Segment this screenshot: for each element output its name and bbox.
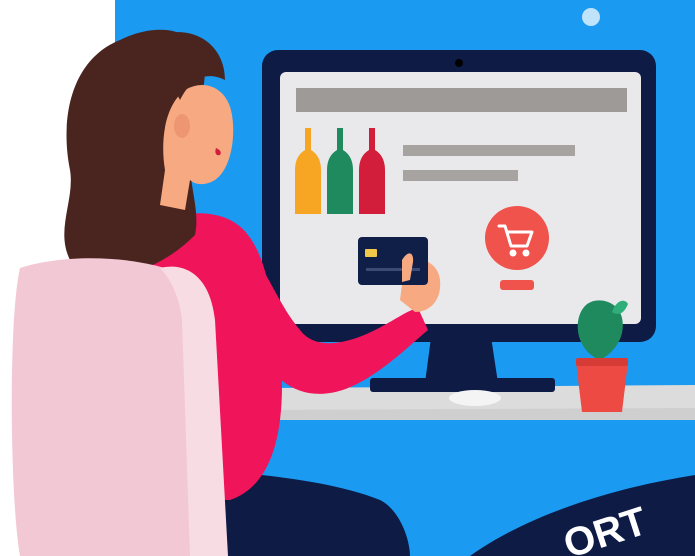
decor-dot <box>582 8 600 26</box>
webcam-icon <box>455 59 463 67</box>
plant-pot <box>576 362 628 412</box>
screen-header-bar <box>296 88 627 112</box>
credit-card-icon <box>358 237 428 285</box>
mouse <box>449 390 501 406</box>
cart-button <box>485 206 549 270</box>
cart-label-bar <box>500 280 534 290</box>
product-text-line <box>403 145 575 156</box>
illustration-scene: ORT <box>11 0 695 556</box>
chair-back <box>11 258 205 556</box>
desk-edge <box>258 408 695 420</box>
monitor-foot <box>370 378 555 392</box>
ear <box>174 114 190 138</box>
product-text-line <box>403 170 518 181</box>
